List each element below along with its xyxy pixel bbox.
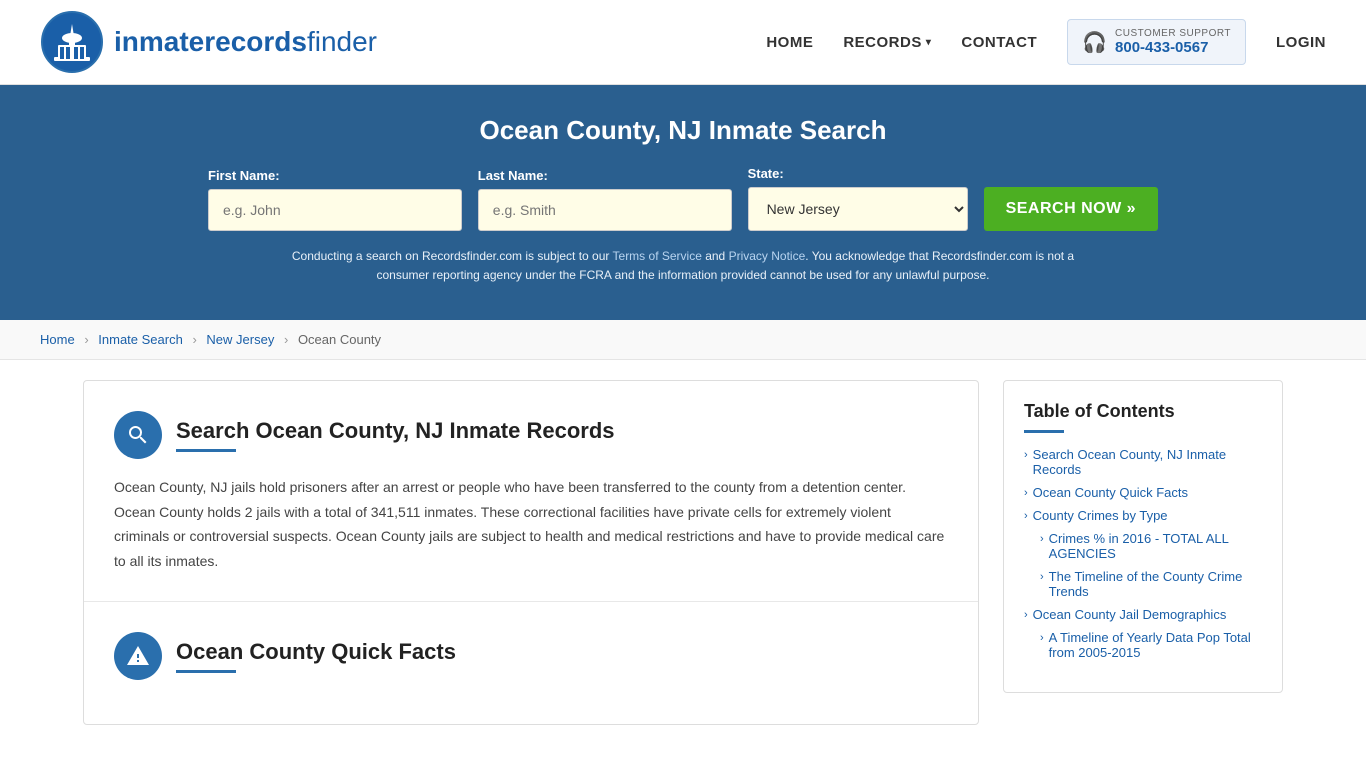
state-select[interactable]: New Jersey — [748, 187, 968, 231]
breadcrumb-sep-2: › — [192, 332, 196, 347]
info-icon-circle — [114, 632, 162, 680]
breadcrumb-home[interactable]: Home — [40, 332, 75, 347]
section2-header: Ocean County Quick Facts — [114, 632, 948, 680]
search-icon-circle — [114, 411, 162, 459]
breadcrumb-ocean-county: Ocean County — [298, 332, 381, 347]
chevron-down-icon: ▾ — [926, 37, 932, 48]
search-button[interactable]: SEARCH NOW » — [984, 187, 1158, 231]
nav-records[interactable]: RECORDS ▾ — [843, 34, 931, 51]
breadcrumb-sep-1: › — [84, 332, 88, 347]
chevron-right-icon: › — [1024, 609, 1028, 621]
logo[interactable]: inmaterecordsfinder — [40, 10, 377, 74]
search-icon — [126, 423, 150, 447]
toc-link[interactable]: ›Crimes % in 2016 - TOTAL ALL AGENCIES — [1040, 531, 1262, 561]
quick-facts-section: Ocean County Quick Facts — [84, 602, 978, 724]
terms-link[interactable]: Terms of Service — [613, 249, 702, 263]
toc-link[interactable]: ›The Timeline of the County Crime Trends — [1040, 569, 1262, 599]
section1-underline — [176, 449, 236, 452]
privacy-link[interactable]: Privacy Notice — [729, 249, 806, 263]
state-label: State: — [748, 166, 784, 181]
chevron-right-icon: › — [1024, 510, 1028, 522]
first-name-group: First Name: — [208, 168, 462, 231]
toc-sidebar: Table of Contents ›Search Ocean County, … — [1003, 380, 1283, 693]
hero-title: Ocean County, NJ Inmate Search — [40, 115, 1326, 146]
breadcrumb-sep-3: › — [284, 332, 288, 347]
toc-link[interactable]: ›A Timeline of Yearly Data Pop Total fro… — [1040, 630, 1262, 660]
customer-support-box: 🎧 CUSTOMER SUPPORT 800-433-0567 — [1067, 19, 1246, 65]
disclaimer-text: Conducting a search on Recordsfinder.com… — [283, 247, 1083, 285]
content-left: Search Ocean County, NJ Inmate Records O… — [83, 380, 979, 725]
main-content: Search Ocean County, NJ Inmate Records O… — [43, 380, 1323, 725]
breadcrumb-new-jersey[interactable]: New Jersey — [206, 332, 274, 347]
nav-login[interactable]: LOGIN — [1276, 34, 1326, 51]
section1-body: Ocean County, NJ jails hold prisoners af… — [114, 475, 948, 573]
toc-item: ›County Crimes by Type — [1024, 508, 1262, 523]
toc-title: Table of Contents — [1024, 401, 1262, 422]
section2-title-block: Ocean County Quick Facts — [176, 639, 456, 673]
section1-title: Search Ocean County, NJ Inmate Records — [176, 418, 615, 444]
chevron-right-icon: › — [1024, 449, 1028, 461]
toc-item: ›Crimes % in 2016 - TOTAL ALL AGENCIES — [1024, 531, 1262, 561]
nav-home[interactable]: HOME — [766, 34, 813, 51]
breadcrumb: Home › Inmate Search › New Jersey › Ocea… — [0, 320, 1366, 360]
toc-item: ›The Timeline of the County Crime Trends — [1024, 569, 1262, 599]
warning-icon — [126, 644, 150, 668]
toc-link[interactable]: ›Ocean County Quick Facts — [1024, 485, 1262, 500]
logo-icon — [40, 10, 104, 74]
chevron-right-icon: › — [1024, 487, 1028, 499]
toc-link[interactable]: ›County Crimes by Type — [1024, 508, 1262, 523]
first-name-input[interactable] — [208, 189, 462, 231]
breadcrumb-inmate-search[interactable]: Inmate Search — [98, 332, 183, 347]
last-name-input[interactable] — [478, 189, 732, 231]
section2-title: Ocean County Quick Facts — [176, 639, 456, 665]
site-header: inmaterecordsfinder HOME RECORDS ▾ CONTA… — [0, 0, 1366, 85]
chevron-right-icon: › — [1040, 571, 1044, 583]
section1-header: Search Ocean County, NJ Inmate Records — [114, 411, 948, 459]
chevron-right-icon: › — [1040, 632, 1044, 644]
logo-text: inmaterecordsfinder — [114, 26, 377, 58]
hero-section: Ocean County, NJ Inmate Search First Nam… — [0, 85, 1366, 320]
support-number: 800-433-0567 — [1115, 39, 1231, 56]
support-info: CUSTOMER SUPPORT 800-433-0567 — [1115, 28, 1231, 56]
search-records-section: Search Ocean County, NJ Inmate Records O… — [84, 381, 978, 602]
chevron-right-icon: › — [1040, 533, 1044, 545]
nav-contact[interactable]: CONTACT — [961, 34, 1037, 51]
state-group: State: New Jersey — [748, 166, 968, 231]
section1-title-block: Search Ocean County, NJ Inmate Records — [176, 418, 615, 452]
first-name-label: First Name: — [208, 168, 280, 183]
support-label: CUSTOMER SUPPORT — [1115, 28, 1231, 39]
last-name-group: Last Name: — [478, 168, 732, 231]
headset-icon: 🎧 — [1082, 30, 1107, 55]
toc-item: ›Search Ocean County, NJ Inmate Records — [1024, 447, 1262, 477]
section2-underline — [176, 670, 236, 673]
main-nav: HOME RECORDS ▾ CONTACT 🎧 CUSTOMER SUPPOR… — [766, 19, 1326, 65]
toc-item: ›Ocean County Jail Demographics — [1024, 607, 1262, 622]
toc-link[interactable]: ›Search Ocean County, NJ Inmate Records — [1024, 447, 1262, 477]
toc-link[interactable]: ›Ocean County Jail Demographics — [1024, 607, 1262, 622]
toc-item: ›A Timeline of Yearly Data Pop Total fro… — [1024, 630, 1262, 660]
toc-underline — [1024, 430, 1064, 433]
toc-item: ›Ocean County Quick Facts — [1024, 485, 1262, 500]
last-name-label: Last Name: — [478, 168, 548, 183]
toc-list: ›Search Ocean County, NJ Inmate Records›… — [1024, 447, 1262, 660]
search-form: First Name: Last Name: State: New Jersey… — [208, 166, 1158, 231]
